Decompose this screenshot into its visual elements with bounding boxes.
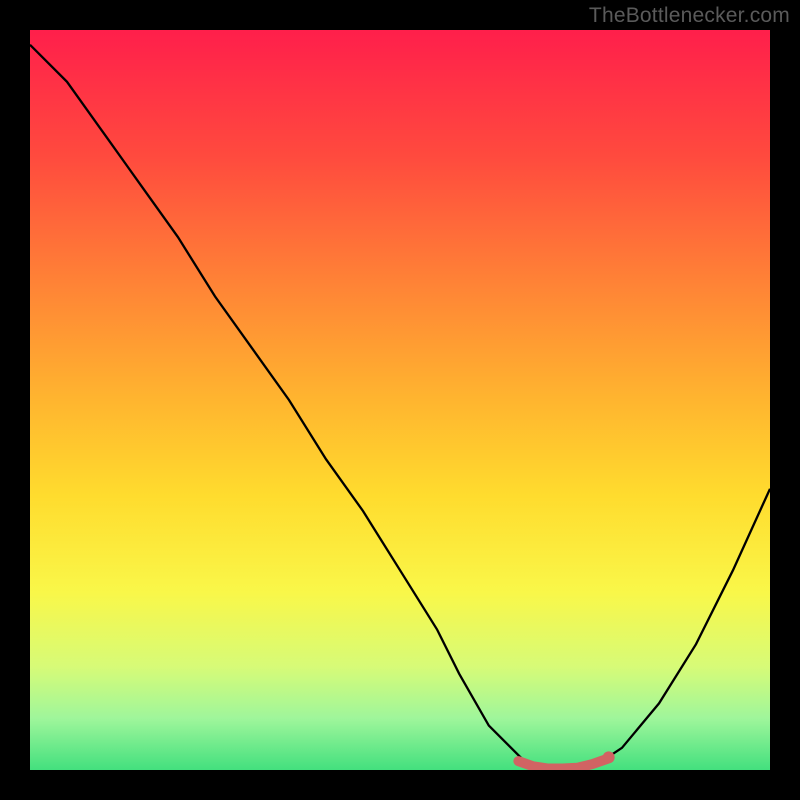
watermark-label: TheBottlenecker.com: [589, 4, 790, 28]
chart-stage: TheBottlenecker.com: [0, 0, 800, 800]
plot-background: [30, 30, 770, 770]
optimal-marker: [603, 751, 615, 763]
bottleneck-chart: [0, 0, 800, 800]
